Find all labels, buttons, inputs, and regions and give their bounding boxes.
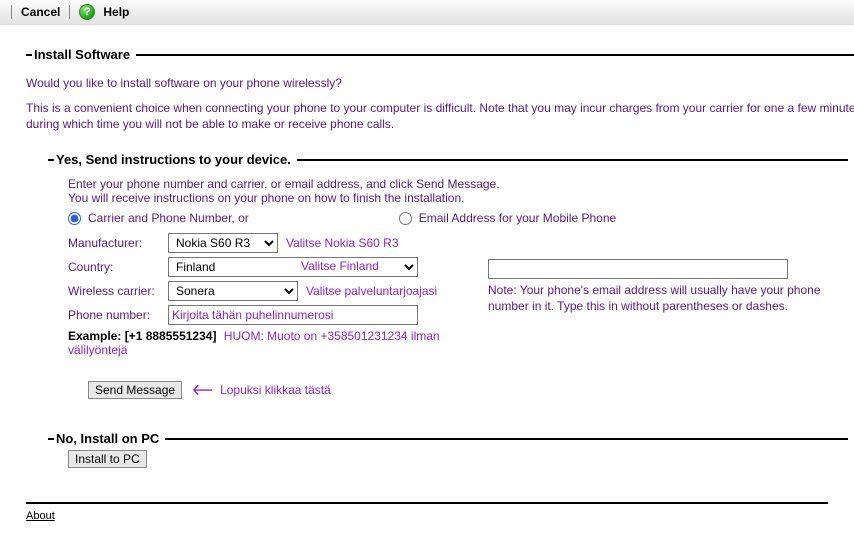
example-label: Example: [+1 8885551234] bbox=[68, 329, 216, 343]
help-icon: ? bbox=[79, 4, 95, 20]
carrier-select[interactable]: Sonera bbox=[168, 281, 298, 301]
carrier-label: Wireless carrier: bbox=[68, 284, 168, 298]
send-message-button[interactable]: Send Message bbox=[88, 381, 182, 399]
install-software-section: Install Software Would you like to insta… bbox=[26, 47, 854, 472]
no-install-pc-section: No, Install on PC Install to PC bbox=[48, 431, 848, 468]
divider bbox=[69, 5, 70, 19]
email-option-label: Email Address for your Mobile Phone bbox=[419, 211, 616, 225]
arrow-left-icon bbox=[190, 384, 212, 396]
carrier-radio[interactable] bbox=[68, 212, 81, 225]
send-inst-1: Enter your phone number and carrier, or … bbox=[68, 177, 848, 191]
carrier-note: Valitse palveluntarjoajasi bbox=[306, 284, 437, 298]
email-note: Note: Your phone's email address will us… bbox=[488, 283, 848, 314]
top-toolbar: Cancel ? Help bbox=[0, 0, 854, 25]
footer: About bbox=[26, 502, 828, 522]
email-option[interactable]: Email Address for your Mobile Phone bbox=[399, 211, 616, 225]
example-line: Example: [+1 8885551234] HUOM: Muoto on … bbox=[68, 329, 468, 357]
delivery-choice-row: Carrier and Phone Number, or Email Addre… bbox=[68, 211, 848, 225]
manufacturer-select[interactable]: Nokia S60 R3 bbox=[168, 233, 278, 253]
intro-question: Would you like to install software on yo… bbox=[26, 76, 854, 90]
intro-description: This is a convenient choice when connect… bbox=[26, 100, 854, 132]
no-install-pc-legend: No, Install on PC bbox=[54, 431, 165, 446]
email-radio[interactable] bbox=[399, 212, 412, 225]
install-to-pc-button[interactable]: Install to PC bbox=[68, 450, 147, 468]
form-right-column: Note: Your phone's email address will us… bbox=[488, 233, 848, 314]
send-note: Lopuksi klikkaa tästä bbox=[220, 383, 331, 397]
manufacturer-note: Valitse Nokia S60 R3 bbox=[286, 236, 399, 250]
form-grid: Manufacturer: Nokia S60 R3 Valitse Nokia… bbox=[68, 233, 848, 357]
country-select[interactable]: Finland bbox=[168, 257, 418, 277]
country-label: Country: bbox=[68, 260, 168, 274]
carrier-option[interactable]: Carrier and Phone Number, or bbox=[68, 211, 249, 225]
send-instructions-legend: Yes, Send instructions to your device. bbox=[54, 152, 297, 167]
send-instructions-section: Yes, Send instructions to your device. E… bbox=[48, 152, 848, 403]
carrier-option-label: Carrier and Phone Number, or bbox=[88, 211, 249, 225]
manufacturer-label: Manufacturer: bbox=[68, 236, 168, 250]
send-inst-2: You will receive instructions on your ph… bbox=[68, 191, 848, 205]
phone-label: Phone number: bbox=[68, 308, 168, 322]
cancel-link[interactable]: Cancel bbox=[21, 5, 60, 19]
help-link[interactable]: Help bbox=[103, 5, 129, 19]
content-area: Install Software Would you like to insta… bbox=[0, 25, 854, 552]
divider bbox=[11, 5, 12, 19]
send-button-row: Send Message Lopuksi klikkaa tästä bbox=[88, 381, 848, 399]
phone-input[interactable] bbox=[168, 305, 418, 325]
form-left-column: Manufacturer: Nokia S60 R3 Valitse Nokia… bbox=[68, 233, 468, 357]
install-software-legend: Install Software bbox=[32, 47, 136, 62]
country-note: Valitse Finland bbox=[301, 259, 379, 273]
about-link[interactable]: About bbox=[26, 510, 55, 522]
email-input[interactable] bbox=[488, 259, 788, 279]
